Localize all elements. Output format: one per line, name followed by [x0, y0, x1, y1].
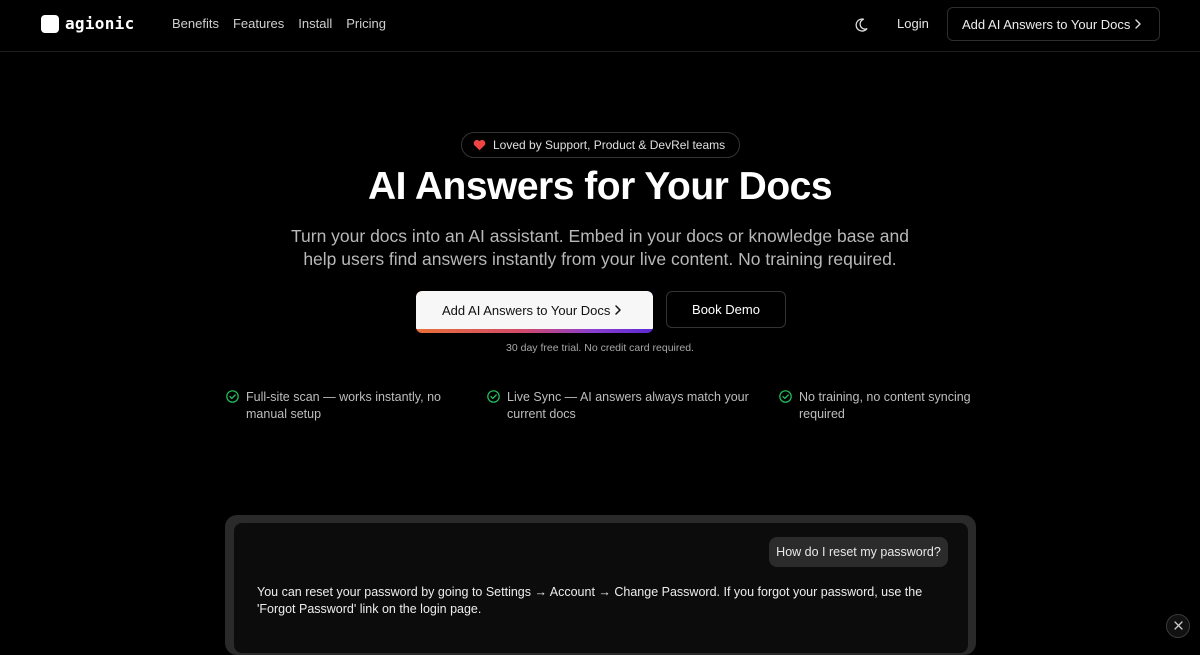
logo[interactable]: agionic	[41, 14, 135, 33]
chevron-right-icon	[1131, 17, 1145, 31]
nav-cta-label: Add AI Answers to Your Docs	[962, 16, 1131, 32]
feature-text: Live Sync — AI answers always match your…	[507, 390, 749, 421]
feature-item: Full-site scan — works instantly, no man…	[226, 389, 456, 422]
check-circle-icon	[487, 390, 500, 403]
hero-title: AI Answers for Your Docs	[367, 165, 833, 208]
primary-cta-button[interactable]: Add AI Answers to Your Docs	[416, 291, 653, 333]
heart-icon	[473, 139, 486, 151]
chevron-right-icon	[611, 303, 625, 317]
book-demo-button[interactable]: Book Demo	[666, 291, 786, 328]
nav-link-features[interactable]: Features	[233, 16, 284, 31]
nav-link-benefits[interactable]: Benefits	[172, 16, 219, 31]
nav-links: Benefits Features Install Pricing	[172, 16, 386, 31]
hero-subtitle: Turn your docs into an AI assistant. Emb…	[290, 226, 910, 269]
top-nav: agionic Benefits Features Install Pricin…	[0, 0, 1200, 52]
feature-text: No training, no content syncing required	[799, 390, 971, 421]
nav-link-pricing[interactable]: Pricing	[346, 16, 386, 31]
close-icon[interactable]	[1166, 614, 1190, 638]
logo-mark	[41, 14, 59, 33]
nav-cta-button[interactable]: Add AI Answers to Your Docs	[947, 7, 1160, 41]
social-proof-badge: Loved by Support, Product & DevRel teams	[461, 132, 740, 158]
primary-cta-label: Add AI Answers to Your Docs	[442, 302, 611, 318]
user-question-bubble: How do I reset my password?	[769, 537, 948, 567]
logo-text: agionic	[65, 14, 135, 33]
check-circle-icon	[779, 390, 792, 403]
moon-icon[interactable]	[853, 17, 869, 33]
ai-answer-text: You can reset your password by going to …	[257, 585, 923, 616]
feature-text: Full-site scan — works instantly, no man…	[246, 390, 441, 421]
badge-label: Loved by Support, Product & DevRel teams	[493, 138, 726, 152]
nav-link-install[interactable]: Install	[298, 16, 332, 31]
feature-item: Live Sync — AI answers always match your…	[487, 389, 757, 422]
trial-note: 30 day free trial. No credit card requir…	[506, 342, 694, 354]
check-circle-icon	[226, 390, 239, 403]
login-link[interactable]: Login	[897, 16, 929, 31]
feature-item: No training, no content syncing required	[779, 389, 989, 422]
